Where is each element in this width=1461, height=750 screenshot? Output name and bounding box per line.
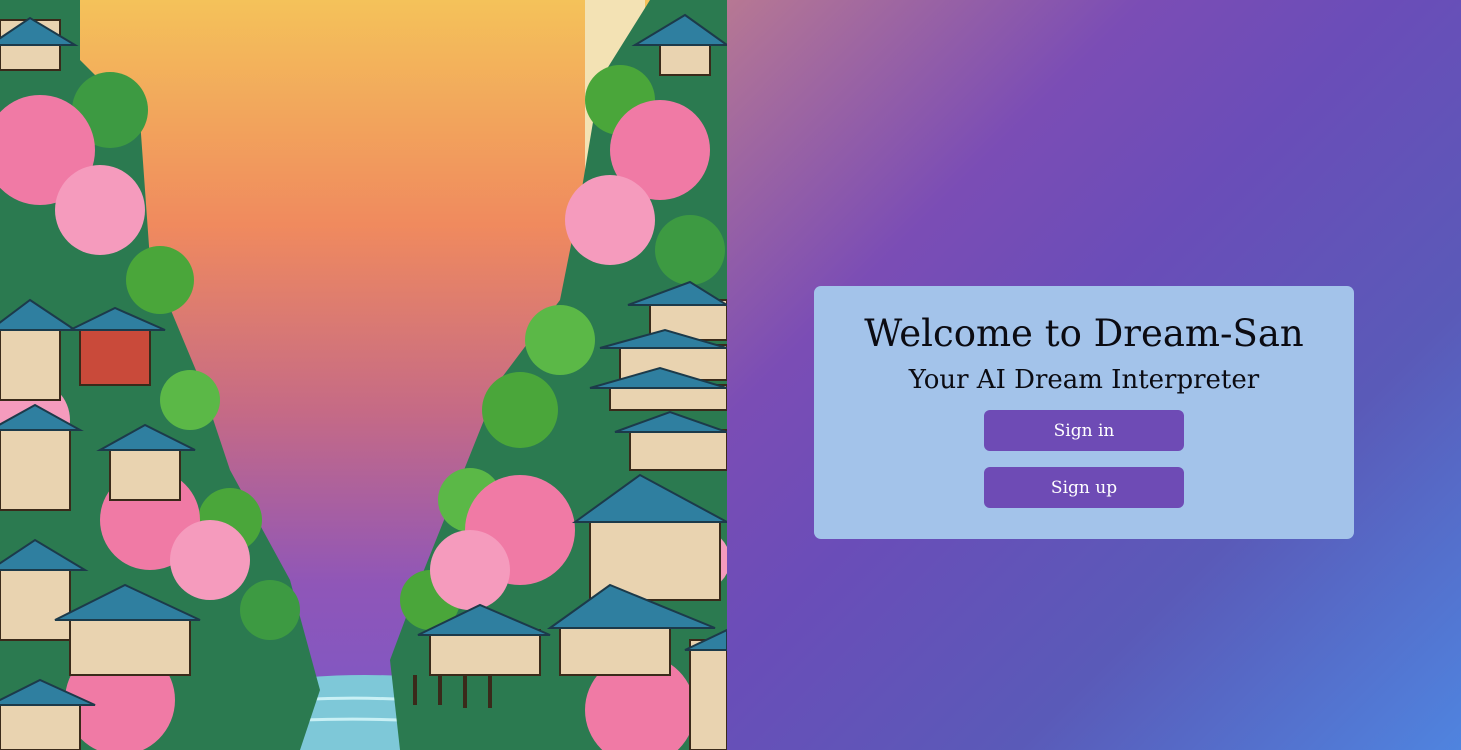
hero-illustration: [0, 0, 727, 750]
japanese-village-illustration: [0, 0, 727, 750]
sign-up-button[interactable]: Sign up: [984, 467, 1184, 508]
sign-in-button[interactable]: Sign in: [984, 410, 1184, 451]
page-title: Welcome to Dream-San: [864, 312, 1304, 355]
welcome-card: Welcome to Dream-San Your AI Dream Inter…: [814, 286, 1354, 539]
page-subtitle: Your AI Dream Interpreter: [908, 365, 1260, 395]
welcome-panel: Welcome to Dream-San Your AI Dream Inter…: [727, 0, 1461, 750]
app-root: Welcome to Dream-San Your AI Dream Inter…: [0, 0, 1461, 750]
